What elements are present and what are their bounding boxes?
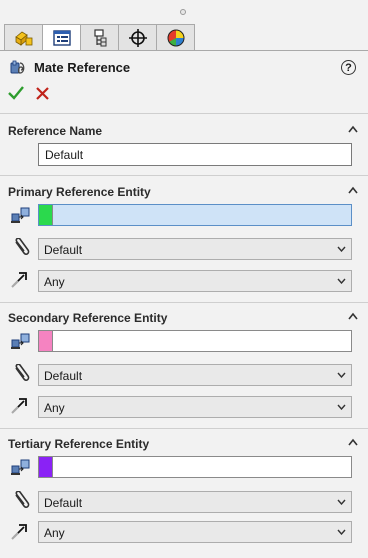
direction-arrow-icon — [11, 272, 27, 288]
collapse-caret-icon[interactable] — [348, 312, 358, 320]
chevron-down-icon — [337, 529, 346, 535]
section-heading-primary: Primary Reference Entity — [8, 185, 151, 199]
help-icon[interactable]: ? — [341, 60, 356, 75]
paperclip-icon — [15, 491, 30, 509]
section-divider — [0, 175, 368, 176]
section-divider — [0, 113, 368, 114]
tertiary-alignment-dropdown[interactable]: Default — [38, 491, 352, 513]
tab-configuration-manager[interactable] — [80, 24, 119, 50]
mate-reference-icon — [8, 59, 28, 80]
chevron-down-icon — [337, 499, 346, 505]
section-heading-tertiary: Tertiary Reference Entity — [8, 437, 150, 451]
paperclip-icon — [15, 238, 30, 256]
chevron-down-icon — [337, 372, 346, 378]
section-heading-secondary: Secondary Reference Entity — [8, 311, 168, 325]
collapse-caret-icon[interactable] — [348, 438, 358, 446]
reference-entity-icon — [11, 459, 30, 475]
dropdown-value: Any — [44, 526, 65, 540]
direction-arrow-icon — [11, 398, 27, 414]
reference-name-input[interactable]: Default — [38, 143, 352, 166]
display-manager-icon — [167, 29, 184, 46]
chevron-down-icon — [337, 278, 346, 284]
tertiary-color-swatch — [39, 457, 53, 477]
secondary-type-dropdown[interactable]: Any — [38, 396, 352, 418]
section-divider — [0, 302, 368, 303]
check-icon — [8, 86, 24, 100]
tab-divider — [0, 50, 368, 51]
dropdown-value: Default — [44, 496, 83, 510]
direction-arrow-icon — [11, 524, 27, 540]
x-icon — [36, 87, 49, 100]
tertiary-type-dropdown[interactable]: Any — [38, 521, 352, 543]
property-manager-icon — [52, 30, 71, 46]
collapse-caret-icon[interactable] — [348, 186, 358, 194]
tertiary-entity-selection[interactable] — [38, 456, 352, 478]
primary-alignment-dropdown[interactable]: Default — [38, 238, 352, 260]
reference-entity-icon — [11, 207, 30, 223]
secondary-entity-selection[interactable] — [38, 330, 352, 352]
configuration-manager-icon — [93, 28, 106, 46]
tab-display-manager[interactable] — [156, 24, 195, 50]
primary-entity-selection[interactable] — [38, 204, 352, 226]
dropdown-value: Any — [44, 275, 65, 289]
panel-title: Mate Reference — [34, 60, 131, 75]
chevron-down-icon — [337, 404, 346, 410]
panel-grip-handle[interactable] — [180, 9, 186, 15]
section-heading-reference-name: Reference Name — [8, 124, 103, 138]
dropdown-value: Any — [44, 401, 65, 415]
secondary-color-swatch — [39, 331, 53, 351]
secondary-alignment-dropdown[interactable]: Default — [38, 364, 352, 386]
chevron-down-icon — [337, 246, 346, 252]
dropdown-value: Default — [44, 243, 83, 257]
tab-property-manager[interactable] — [42, 24, 81, 51]
collapse-caret-icon[interactable] — [348, 125, 358, 133]
tab-feature-manager[interactable] — [4, 24, 43, 50]
tab-dimxpert-manager[interactable] — [118, 24, 157, 50]
manager-tabs — [4, 24, 195, 51]
reference-entity-icon — [11, 333, 30, 349]
section-divider — [0, 428, 368, 429]
primary-type-dropdown[interactable]: Any — [38, 270, 352, 292]
feature-manager-icon — [14, 31, 32, 46]
crosshair-icon — [128, 28, 147, 47]
dropdown-value: Default — [44, 369, 83, 383]
primary-color-swatch — [39, 205, 53, 225]
paperclip-icon — [15, 364, 30, 382]
ok-button[interactable] — [8, 86, 24, 103]
panel-top-bar — [0, 0, 368, 24]
cancel-button[interactable] — [36, 87, 49, 103]
